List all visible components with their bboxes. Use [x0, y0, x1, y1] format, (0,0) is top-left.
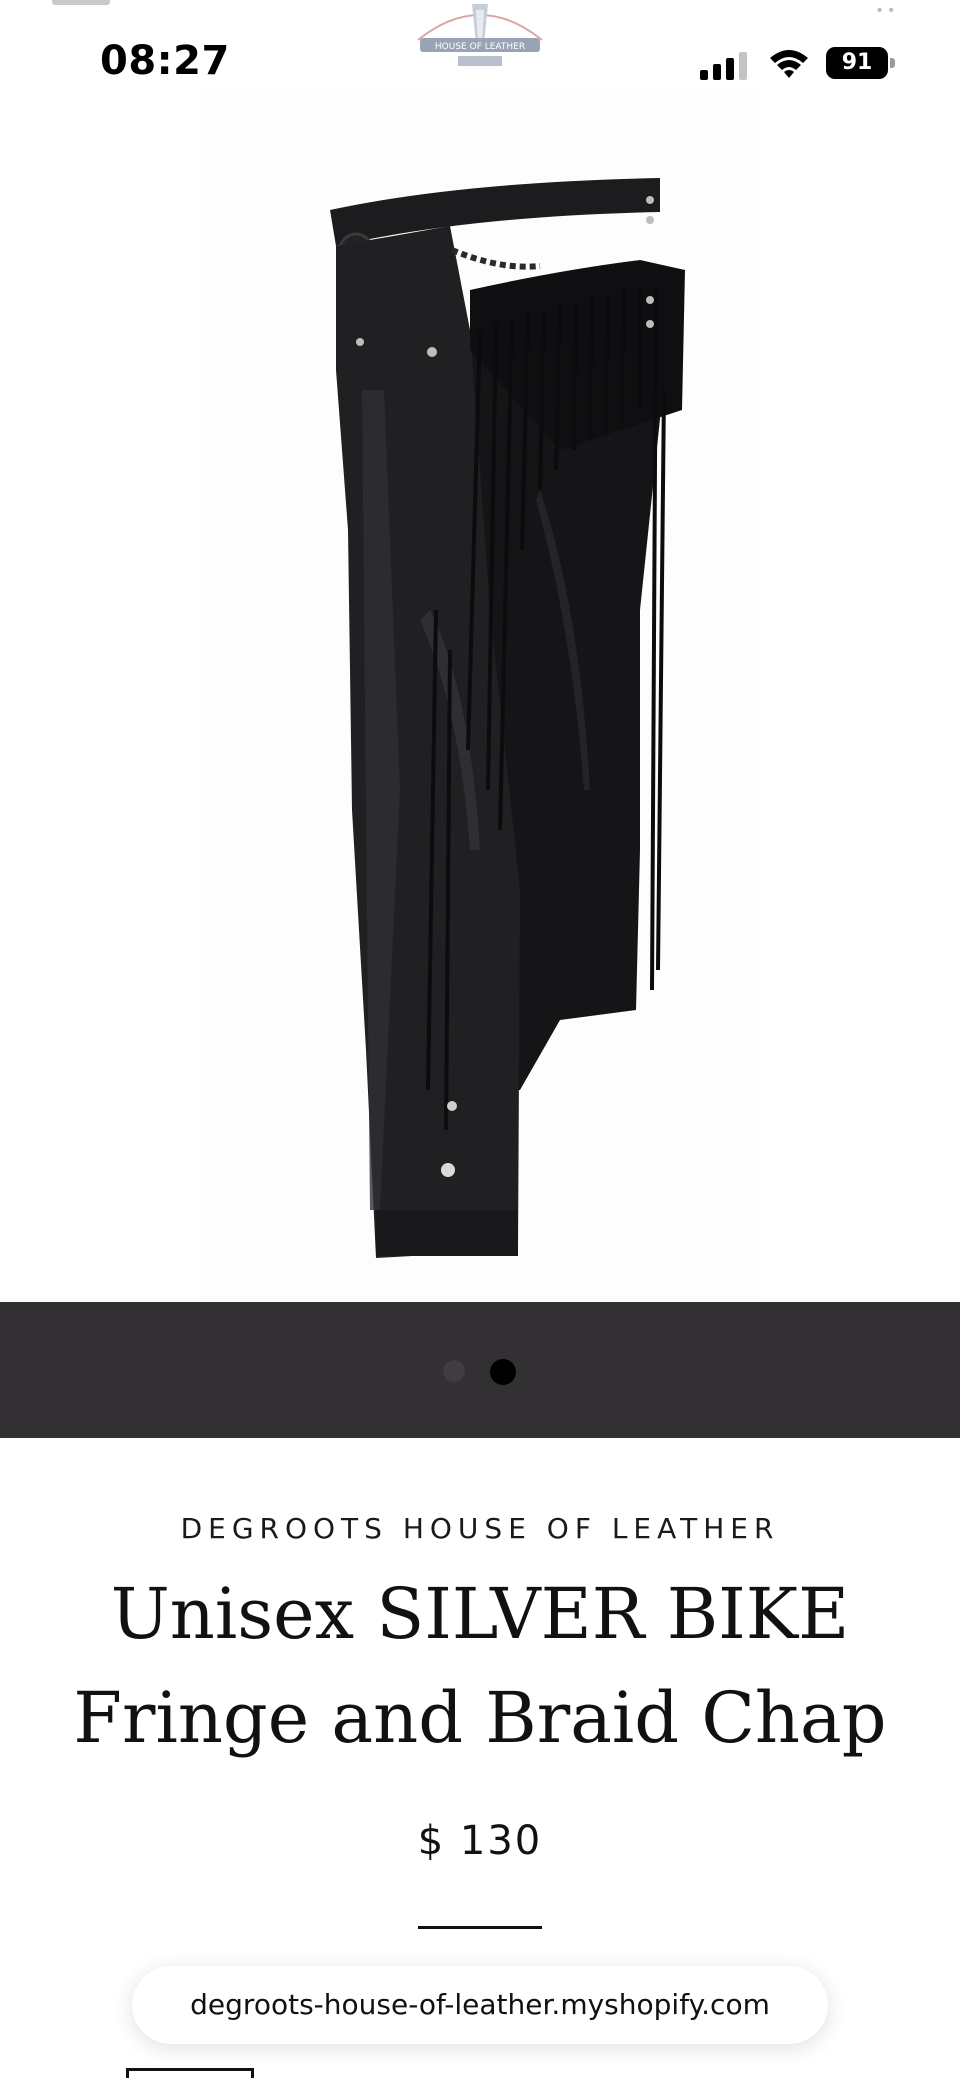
product-image[interactable] [0, 90, 960, 1302]
battery-tip [890, 58, 895, 68]
status-time: 08:27 [100, 38, 230, 84]
battery-level: 91 [826, 47, 888, 79]
browser-url-bar[interactable]: degroots-house-of-leather.myshopify.com [132, 1966, 828, 2044]
carousel-dot-1[interactable] [443, 1360, 465, 1382]
product-title: Unisex SILVER BIKE Fringe and Braid Chap [73, 1573, 887, 1759]
carousel-dot-2-active[interactable] [490, 1359, 516, 1385]
product-price: $ 130 [417, 1818, 543, 1864]
more-dots-icon: •• [876, 2, 900, 19]
variant-option-box[interactable] [126, 2068, 254, 2078]
product-vendor[interactable]: DEGROOTS HOUSE OF LEATHER [0, 1512, 960, 1545]
image-carousel-bar [0, 1302, 960, 1438]
logo-text: HOUSE OF LEATHER [435, 42, 525, 52]
price-divider [418, 1926, 542, 1929]
house-of-leather-logo[interactable]: HOUSE OF LEATHER [410, 0, 550, 72]
wifi-icon [770, 50, 808, 78]
tab-indicator [52, 0, 110, 5]
battery-icon: 91 [826, 47, 896, 79]
signal-icon [700, 52, 747, 80]
leather-chaps-image [200, 90, 760, 1302]
